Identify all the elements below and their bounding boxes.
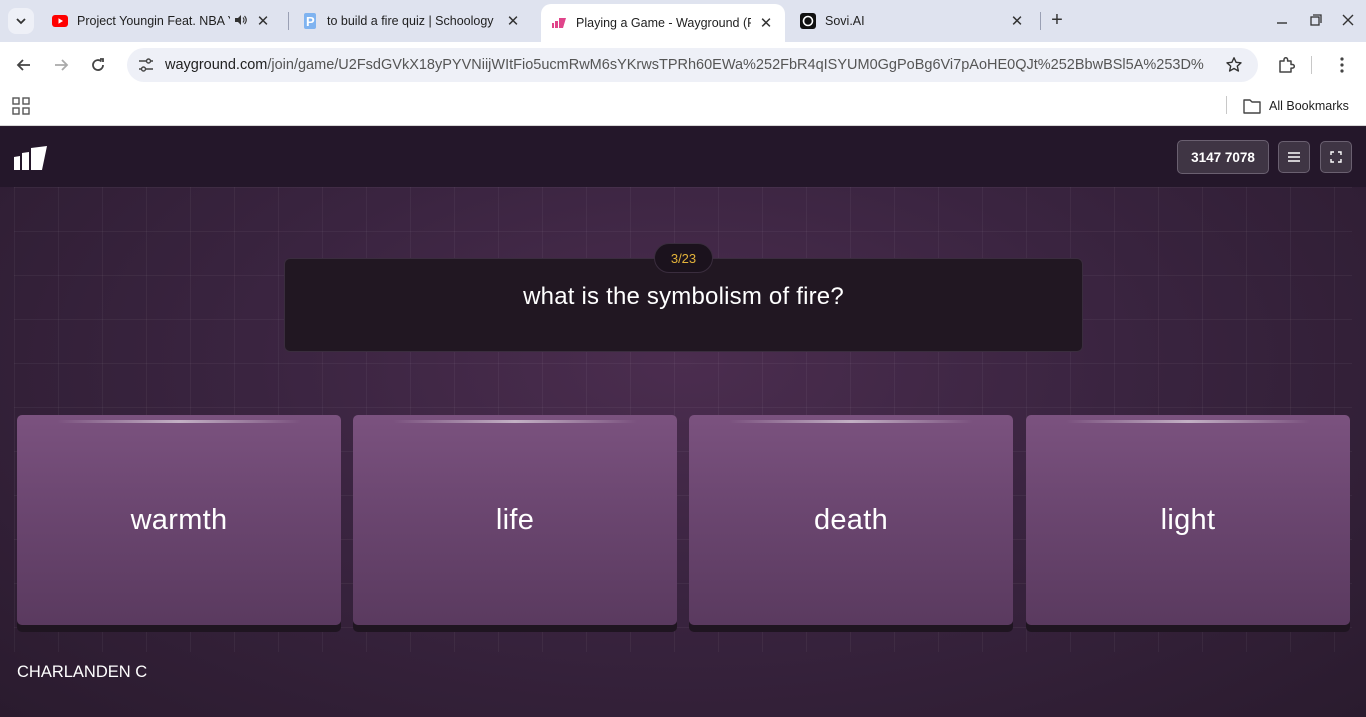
tab-strip: Project Youngin Feat. NBA Y ✕ P to build… (0, 0, 1366, 42)
kebab-menu-icon[interactable] (1330, 53, 1354, 77)
fullscreen-button[interactable] (1320, 141, 1352, 173)
tab-sovi[interactable]: Sovi.AI ✕ (790, 6, 1036, 36)
svg-text:P: P (306, 14, 315, 29)
tab-divider (1040, 12, 1041, 30)
close-tab-icon[interactable]: ✕ (757, 14, 775, 32)
arrow-right-icon (55, 59, 69, 71)
close-tab-icon[interactable]: ✕ (504, 12, 522, 30)
new-tab-button[interactable]: + (1046, 10, 1068, 32)
restore-icon[interactable] (1303, 8, 1329, 32)
tab-divider (288, 12, 289, 30)
tab-schoology[interactable]: P to build a fire quiz | Schoology ✕ (292, 6, 532, 36)
sovi-icon (800, 13, 816, 29)
address-bar[interactable]: wayground.com/join/game/U2FsdGVkX18yPYVN… (127, 48, 1258, 82)
folder-icon (1243, 99, 1261, 114)
tab-title: to build a fire quiz | Schoology (327, 14, 494, 28)
fullscreen-icon (1330, 151, 1342, 163)
browser-toolbar: wayground.com/join/game/U2FsdGVkX18yPYVN… (0, 42, 1366, 88)
question-counter: 3/23 (654, 243, 713, 273)
close-tab-icon[interactable]: ✕ (254, 12, 272, 30)
all-bookmarks-button[interactable]: All Bookmarks (1243, 96, 1349, 116)
reload-button[interactable] (85, 52, 111, 78)
forward-button[interactable] (48, 52, 74, 78)
minimize-icon[interactable] (1269, 8, 1295, 32)
game-top-bar: 3147 7078 (0, 127, 1366, 187)
extensions-icon[interactable] (1274, 53, 1298, 77)
game-viewport: 3147 7078 3/23 what is the symbolism of … (0, 127, 1366, 717)
apps-grid-icon[interactable] (12, 97, 30, 115)
answer-label: light (1160, 503, 1216, 536)
toolbar-divider (1306, 53, 1316, 77)
url-host: wayground.com (165, 57, 268, 73)
wayground-icon (551, 15, 567, 31)
schoology-icon: P (302, 13, 318, 29)
answer-label: death (813, 503, 889, 536)
speaker-icon[interactable] (234, 14, 248, 29)
reload-icon (92, 58, 104, 71)
answer-highlight (393, 420, 637, 423)
answer-option-life[interactable]: life (353, 415, 677, 625)
answer-option-warmth[interactable]: warmth (17, 415, 341, 625)
bookmark-star-icon[interactable] (1224, 55, 1244, 75)
chevron-down-icon (16, 18, 26, 25)
url-text: wayground.com/join/game/U2FsdGVkX18yPYVN… (165, 57, 1205, 73)
answer-highlight (57, 420, 301, 423)
bookmarks-divider (1226, 96, 1227, 114)
answer-highlight (729, 420, 973, 423)
all-bookmarks-label: All Bookmarks (1269, 99, 1349, 113)
answer-option-light[interactable]: light (1026, 415, 1350, 625)
close-window-icon[interactable] (1335, 8, 1361, 32)
tab-title: Sovi.AI (825, 14, 865, 28)
youtube-icon (52, 13, 68, 29)
hamburger-icon (1288, 152, 1300, 162)
back-button[interactable] (11, 52, 37, 78)
answer-highlight (1066, 420, 1310, 423)
question-text: what is the symbolism of fire? (523, 283, 844, 310)
player-name: CHARLANDEN C (17, 663, 148, 681)
answer-option-death[interactable]: death (689, 415, 1013, 625)
menu-button[interactable] (1278, 141, 1310, 173)
tab-search-button[interactable] (8, 8, 34, 34)
arrow-left-icon (16, 59, 30, 71)
answer-label: life (495, 503, 535, 536)
tab-youtube[interactable]: Project Youngin Feat. NBA Y ✕ (42, 6, 282, 36)
wayground-logo-icon (14, 146, 47, 170)
url-path: /join/game/U2FsdGVkX18yPYVNiijWItFio5ucm… (267, 57, 1205, 73)
bookmarks-bar: All Bookmarks (0, 88, 1366, 126)
answer-label: warmth (130, 503, 228, 536)
tab-title: Project Youngin Feat. NBA Y (77, 14, 230, 28)
tab-wayground[interactable]: Playing a Game - Wayground (F ✕ (541, 4, 785, 42)
tab-title: Playing a Game - Wayground (F (576, 16, 751, 30)
site-settings-icon[interactable] (135, 54, 157, 76)
answer-options: warmth life death light (17, 415, 1350, 633)
join-code-badge[interactable]: 3147 7078 (1177, 140, 1269, 174)
close-tab-icon[interactable]: ✕ (1008, 12, 1026, 30)
